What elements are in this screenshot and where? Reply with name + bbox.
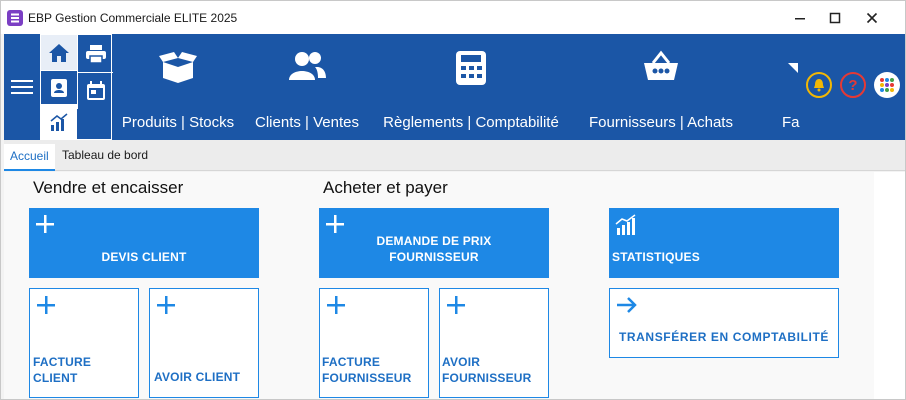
tile-label-line1: DEMANDE DE PRIX — [376, 234, 492, 248]
facture-fournisseur-tile[interactable]: FACTURE FOURNISSEUR — [319, 288, 429, 398]
flag-icon — [788, 63, 798, 73]
statistiques-tile[interactable]: STATISTIQUES — [609, 208, 839, 278]
transferer-comptabilite-tile[interactable]: TRANSFÉRER EN COMPTABILITÉ — [609, 288, 839, 358]
open-box-icon — [159, 52, 197, 83]
basket-icon — [644, 50, 678, 80]
apps-button[interactable] — [874, 72, 900, 98]
module-fa[interactable]: Fa — [774, 34, 804, 140]
tile-label: STATISTIQUES — [612, 250, 700, 264]
module-label: Règlements | Comptabilité — [383, 114, 559, 131]
notifications-button[interactable] — [806, 72, 832, 98]
tile-label-line2: FOURNISSEUR — [442, 371, 532, 385]
minimize-icon — [795, 17, 805, 19]
tile-label-line1: FACTURE — [33, 355, 92, 369]
avoir-client-tile[interactable]: AVOIR CLIENT — [149, 288, 259, 398]
plus-icon — [157, 296, 175, 314]
ribbon-right-icons: ? — [806, 72, 902, 102]
tab-tableau-de-bord[interactable]: Tableau de bord — [62, 148, 148, 162]
ebp-logo-icon — [7, 10, 23, 26]
module-reglements-comptabilite[interactable]: Règlements | Comptabilité — [376, 34, 566, 140]
help-button[interactable]: ? — [840, 72, 866, 98]
tile-label-line2: FOURNISSEUR — [322, 371, 412, 385]
content-right-margin — [874, 172, 905, 399]
stats-icon — [615, 214, 636, 235]
main-ribbon: Produits | Stocks Clients | Ventes Règle… — [4, 34, 905, 140]
quick-access-grid — [40, 34, 113, 140]
module-label: Clients | Ventes — [255, 114, 359, 131]
close-button[interactable] — [853, 1, 891, 34]
tile-label-line1: AVOIR CLIENT — [154, 370, 241, 384]
plus-icon — [327, 296, 345, 314]
devis-client-tile[interactable]: DEVIS CLIENT — [29, 208, 259, 278]
print-icon — [85, 44, 106, 64]
maximize-button[interactable] — [816, 1, 854, 34]
calendar-button[interactable] — [77, 73, 113, 109]
module-label: Fournisseurs | Achats — [589, 114, 733, 131]
home-content: Vendre et encaisser Acheter et payer DEV… — [4, 172, 874, 399]
plus-icon — [36, 215, 54, 233]
demande-de-prix-tile[interactable]: DEMANDE DE PRIX FOURNISSEUR — [319, 208, 549, 278]
home-button[interactable] — [41, 35, 77, 70]
stats-button[interactable] — [41, 105, 77, 139]
tile-label: TRANSFÉRER EN COMPTABILITÉ — [618, 330, 830, 344]
section-title-sell: Vendre et encaisser — [33, 178, 184, 197]
menu-button[interactable] — [4, 34, 40, 140]
users-icon — [289, 52, 326, 80]
module-produits-stocks[interactable]: Produits | Stocks — [114, 34, 242, 140]
home-icon — [49, 43, 69, 62]
plus-icon — [326, 215, 344, 233]
bar-chart-icon — [50, 113, 68, 131]
facture-client-tile[interactable]: FACTURE CLIENT — [29, 288, 139, 398]
tile-label: DEVIS CLIENT — [101, 250, 187, 264]
plus-icon — [447, 296, 465, 314]
module-clients-ventes[interactable]: Clients | Ventes — [244, 34, 370, 140]
calendar-icon — [86, 81, 105, 100]
module-fournisseurs-achats[interactable]: Fournisseurs | Achats — [578, 34, 744, 140]
tab-bar: Accueil Tableau de bord — [4, 140, 905, 171]
contacts-button[interactable] — [41, 70, 77, 105]
calculator-icon — [456, 51, 486, 85]
tile-label-line1: AVOIR — [442, 355, 481, 369]
hamburger-icon — [11, 80, 33, 94]
tile-label-line2: CLIENT — [33, 371, 78, 385]
tile-label-line1: FACTURE — [322, 355, 381, 369]
arrow-right-icon — [617, 297, 637, 313]
title-bar: EBP Gestion Commerciale ELITE 2025 — [1, 1, 905, 34]
maximize-icon — [829, 12, 841, 23]
app-window: EBP Gestion Commerciale ELITE 2025 Produ… — [0, 0, 906, 400]
avoir-fournisseur-tile[interactable]: AVOIR FOURNISSEUR — [439, 288, 549, 398]
print-button[interactable] — [77, 35, 113, 73]
tab-accueil[interactable]: Accueil — [4, 144, 55, 171]
minimize-button[interactable] — [781, 1, 819, 34]
window-title: EBP Gestion Commerciale ELITE 2025 — [28, 11, 238, 25]
plus-icon — [37, 296, 55, 314]
apps-grid-icon — [880, 78, 894, 92]
help-icon: ? — [848, 77, 857, 93]
bell-icon — [814, 79, 824, 92]
section-title-buy: Acheter et payer — [323, 178, 448, 197]
close-icon — [866, 12, 878, 23]
module-label: Produits | Stocks — [121, 114, 235, 131]
contacts-book-icon — [51, 78, 67, 97]
tile-label-line2: FOURNISSEUR — [389, 250, 479, 264]
module-label: Fa — [782, 114, 800, 131]
svg-text:?: ? — [848, 77, 857, 93]
